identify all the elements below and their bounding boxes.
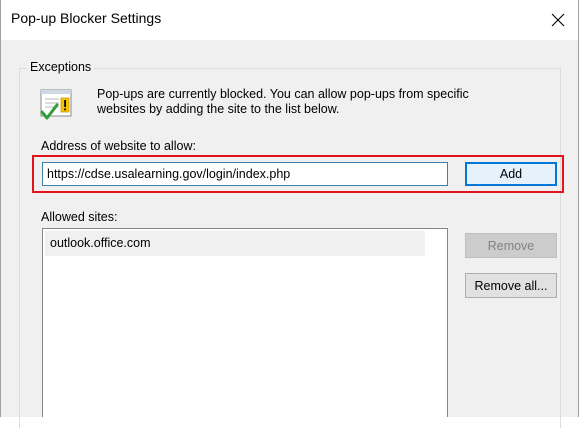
allowed-sites-label: Allowed sites: [41,210,118,224]
allowed-sites-list[interactable]: outlook.office.com [42,228,448,417]
website-address-input[interactable] [42,162,448,186]
info-text-line-1: Pop-ups are currently blocked. You can a… [97,87,469,101]
add-button[interactable]: Add [465,162,557,186]
title-bar: Pop-up Blocker Settings [1,0,578,40]
close-icon [551,13,565,27]
exceptions-legend: Exceptions [27,60,95,74]
address-label: Address of website to allow: [41,139,196,153]
popup-blocker-settings-dialog: Pop-up Blocker Settings Exceptions Pop-u… [0,0,579,428]
window-title: Pop-up Blocker Settings [11,10,162,26]
remove-all-button[interactable]: Remove all... [465,273,557,298]
info-text-line-2: websites by adding the site to the list … [97,101,340,116]
close-button[interactable] [538,0,578,40]
remove-button[interactable]: Remove [465,233,557,258]
info-text: Pop-ups are currently blocked. You can a… [97,87,537,116]
list-item[interactable]: outlook.office.com [45,231,425,256]
popup-blocker-info-icon [40,89,72,120]
